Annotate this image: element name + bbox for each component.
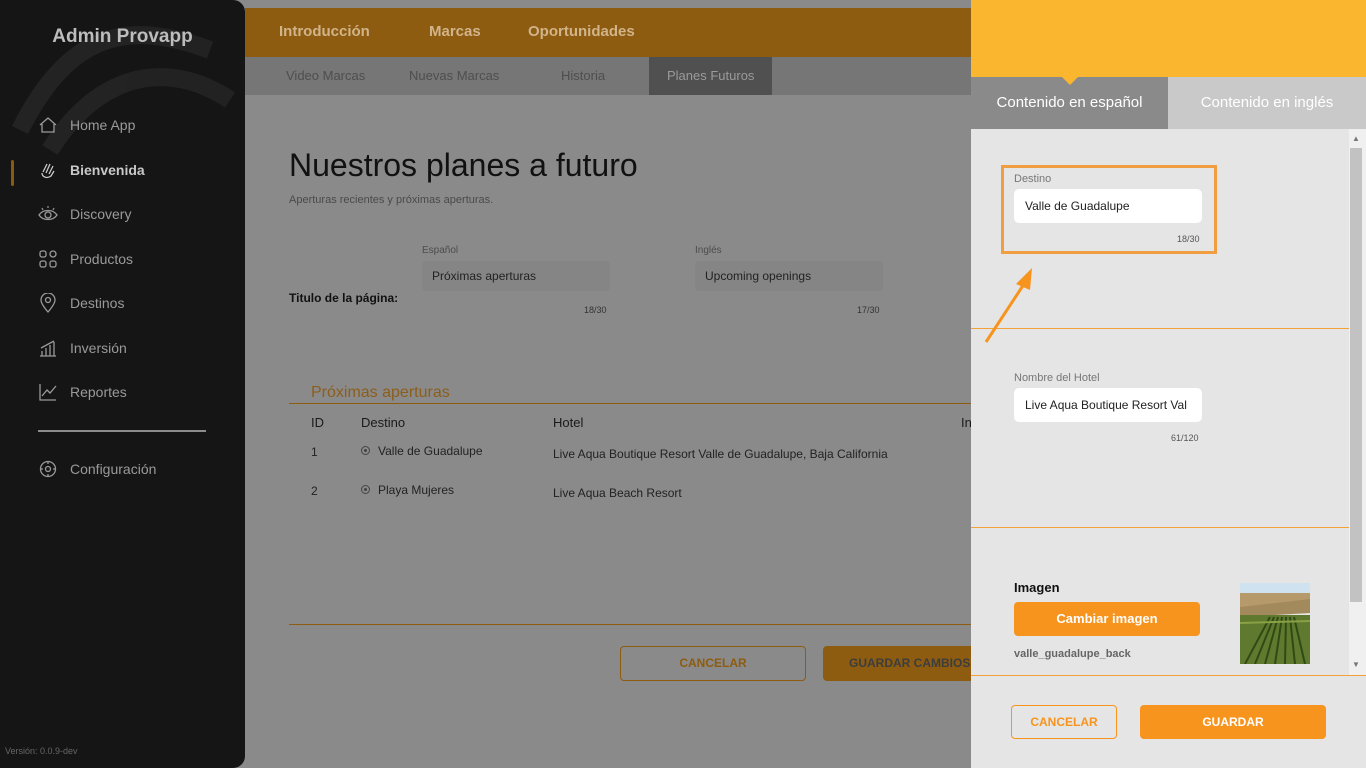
grid-icon — [39, 250, 57, 268]
sidebar-item-configuracion[interactable]: Configuración — [38, 459, 156, 479]
active-tab-arrow — [449, 49, 463, 56]
sidebar-item-destinos[interactable]: Destinos — [38, 293, 124, 313]
annotation-arrow-icon — [984, 268, 1032, 343]
scroll-down-icon[interactable]: ▼ — [1352, 660, 1360, 669]
subtab-historia[interactable]: Historia — [561, 57, 605, 95]
cell-destino-text: Valle de Guadalupe — [378, 444, 483, 458]
cancel-button[interactable]: CANCELAR — [620, 646, 806, 681]
active-indicator — [11, 160, 14, 186]
page-subtitle: Aperturas recientes y próximas aperturas… — [289, 194, 494, 206]
image-filename: valle_guadalupe_back — [1014, 648, 1131, 660]
sidebar-item-productos[interactable]: Productos — [38, 249, 133, 269]
char-counter: 61/120 — [1171, 433, 1199, 443]
active-panel-tab-arrow — [1062, 77, 1078, 85]
app-title: Admin Provapp — [52, 26, 193, 47]
sidebar-item-label: Configuración — [70, 461, 157, 477]
hotel-name-input[interactable]: Live Aqua Boutique Resort Val — [1014, 388, 1202, 422]
gear-icon — [39, 460, 57, 478]
cell-destino: Valle de Guadalupe — [361, 444, 483, 458]
title-spanish-input[interactable]: Próximas aperturas — [422, 261, 610, 291]
panel-save-button[interactable]: GUARDAR — [1140, 705, 1326, 739]
spanish-caption: Español — [422, 245, 459, 256]
page-title: Nuestros planes a futuro — [289, 147, 638, 183]
sidebar: Admin Provapp Home App Bienvenida Discov… — [0, 0, 245, 768]
page-title-label: Titulo de la página: — [289, 291, 399, 305]
sidebar-divider — [38, 430, 206, 432]
change-image-button[interactable]: Cambiar imagen — [1014, 602, 1200, 636]
panel-cancel-button[interactable]: CANCELAR — [1011, 705, 1117, 739]
column-header-hotel: Hotel — [553, 415, 584, 430]
panel-footer-divider — [971, 675, 1366, 676]
eye-icon — [38, 206, 58, 221]
vineyard-image-icon — [1240, 583, 1310, 664]
tab-introduccion[interactable]: Introducción — [279, 23, 370, 40]
main-content: Nuestros planes a futuro Aperturas recie… — [245, 95, 983, 768]
top-nav: Introducción Marcas Oportunidades — [245, 8, 971, 57]
image-thumbnail — [1240, 583, 1310, 664]
column-header-id: ID — [311, 415, 324, 430]
tab-oportunidades[interactable]: Oportunidades — [528, 23, 635, 40]
section-title: Próximas aperturas — [311, 384, 450, 401]
sidebar-item-inversion[interactable]: Inversión — [38, 338, 127, 358]
sidebar-item-bienvenida[interactable]: Bienvenida — [38, 160, 145, 180]
subtab-video-marcas[interactable]: Video Marcas — [286, 57, 365, 95]
sidebar-item-label: Productos — [70, 251, 134, 267]
home-icon — [39, 117, 57, 133]
bar-chart-icon — [40, 340, 56, 357]
cell-hotel: Live Aqua Beach Resort — [553, 486, 682, 500]
sidebar-item-discovery[interactable]: Discovery — [38, 204, 131, 224]
panel-divider — [971, 527, 1349, 528]
sidebar-item-label: Discovery — [70, 206, 132, 222]
radio-icon[interactable] — [361, 446, 370, 455]
cell-destino-text: Playa Mujeres — [378, 483, 455, 497]
scrollbar-thumb[interactable] — [1350, 148, 1362, 602]
cell-id: 2 — [311, 484, 318, 498]
line-chart-icon — [39, 384, 57, 401]
tab-marcas[interactable]: Marcas — [429, 23, 481, 40]
english-caption: Inglés — [695, 245, 722, 256]
edit-panel: Contenido en español Contenido en inglés… — [971, 0, 1366, 768]
cell-id: 1 — [311, 445, 318, 459]
hotel-caption: Nombre del Hotel — [1014, 372, 1100, 384]
cell-destino: Playa Mujeres — [361, 483, 454, 497]
section-divider — [289, 403, 971, 404]
sidebar-item-label: Destinos — [70, 295, 125, 311]
tab-english-content[interactable]: Contenido en inglés — [1168, 77, 1366, 129]
version-label: Versión: 0.0.9-dev — [5, 746, 78, 756]
sidebar-item-home-app[interactable]: Home App — [38, 115, 135, 135]
map-pin-icon — [40, 293, 56, 313]
scroll-up-icon[interactable]: ▲ — [1352, 134, 1360, 143]
highlight-box — [1001, 165, 1217, 254]
title-english-input[interactable]: Upcoming openings — [695, 261, 883, 291]
subtab-planes-futuros[interactable]: Planes Futuros — [649, 57, 773, 95]
cell-hotel: Live Aqua Boutique Resort Valle de Guada… — [553, 447, 888, 461]
char-counter: 17/30 — [857, 305, 880, 315]
column-header-destino: Destino — [361, 415, 406, 430]
sidebar-item-label: Bienvenida — [70, 162, 145, 178]
sub-nav: Video Marcas Nuevas Marcas Historia Plan… — [245, 57, 971, 95]
sidebar-item-label: Reportes — [70, 384, 127, 400]
radio-icon[interactable] — [361, 485, 370, 494]
sidebar-item-label: Home App — [70, 117, 136, 133]
sidebar-item-reportes[interactable]: Reportes — [38, 382, 127, 402]
subtab-nuevas-marcas[interactable]: Nuevas Marcas — [409, 57, 499, 95]
char-counter: 18/30 — [584, 305, 607, 315]
sidebar-item-label: Inversión — [70, 340, 127, 356]
hand-wave-icon — [41, 163, 55, 179]
save-changes-button[interactable]: GUARDAR CAMBIOS — [823, 646, 983, 681]
footer-divider — [289, 624, 971, 625]
panel-header — [971, 0, 1366, 77]
image-label: Imagen — [1014, 580, 1060, 595]
